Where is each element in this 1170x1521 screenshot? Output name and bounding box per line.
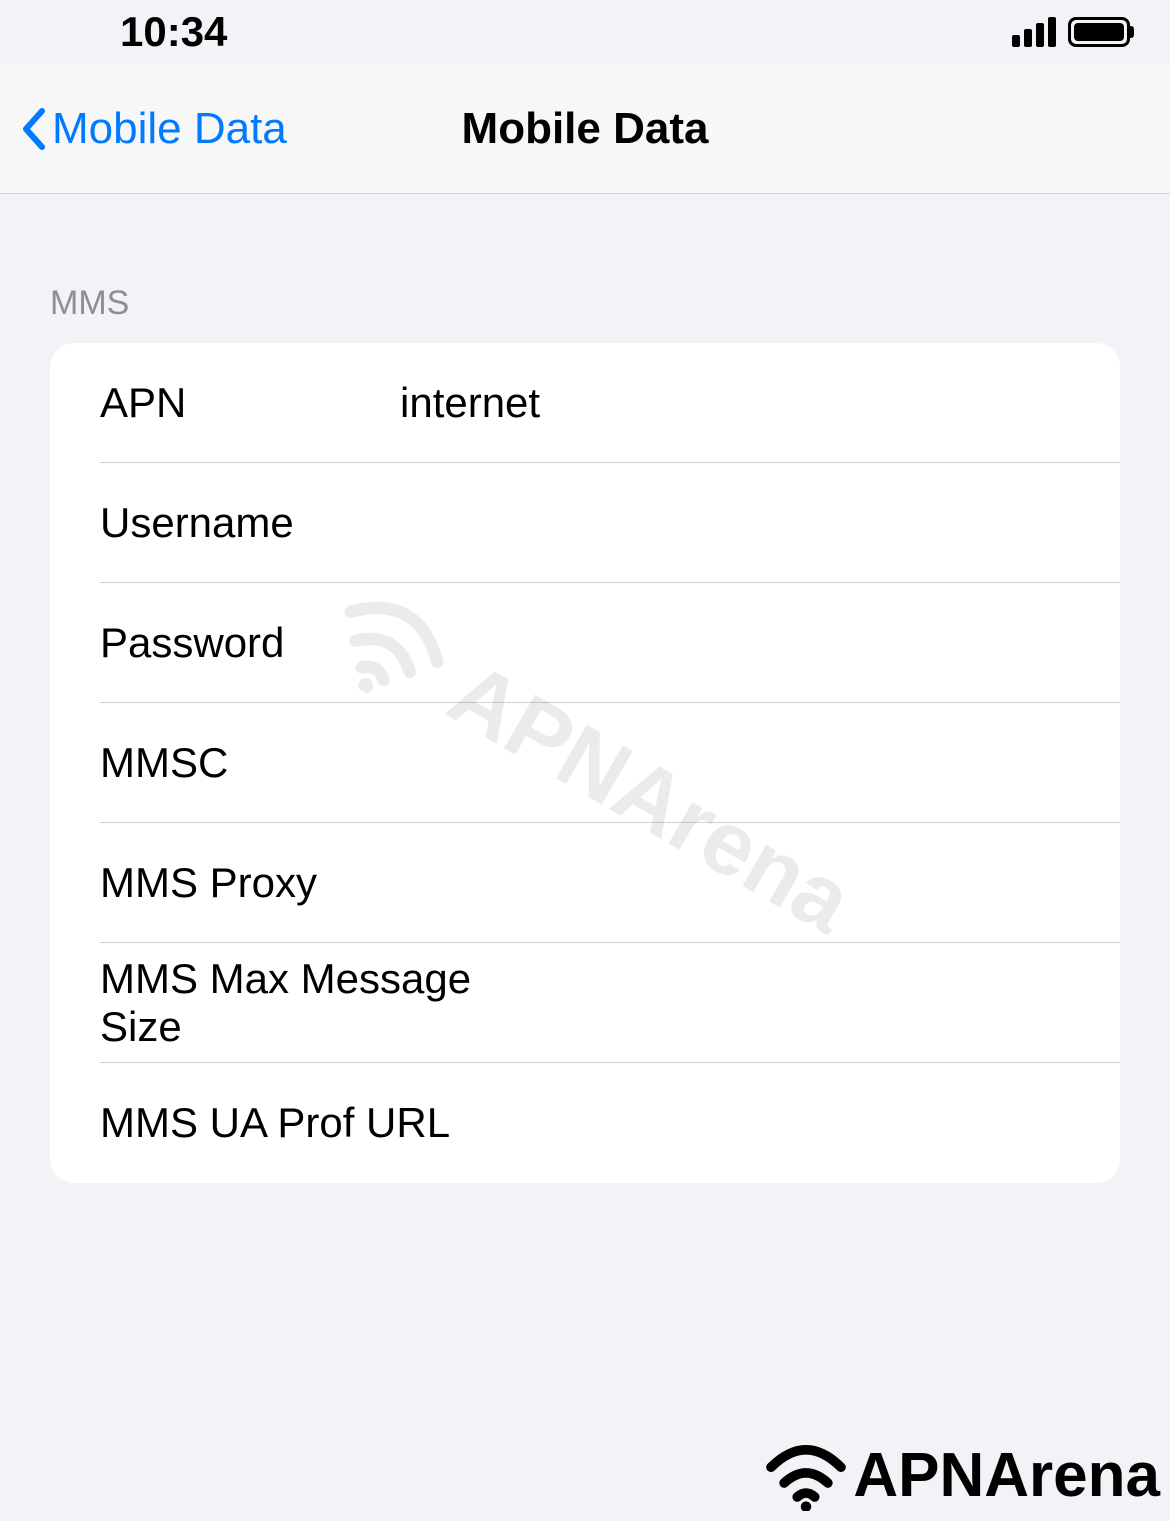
mms-settings-group: APN Username Password MMSC MMS Proxy MMS… — [50, 343, 1120, 1183]
footer-logo: APNArena — [761, 1440, 1160, 1511]
mmsc-row[interactable]: MMSC — [50, 703, 1120, 823]
status-time: 10:34 — [120, 8, 227, 56]
mms-max-size-row[interactable]: MMS Max Message Size — [50, 943, 1120, 1063]
chevron-left-icon — [20, 107, 46, 151]
username-label: Username — [100, 499, 400, 547]
status-indicators — [1012, 17, 1130, 47]
cellular-signal-icon — [1012, 17, 1056, 47]
footer-text: APNArena — [853, 1440, 1160, 1511]
apn-label: APN — [100, 379, 400, 427]
password-row[interactable]: Password — [50, 583, 1120, 703]
username-row[interactable]: Username — [50, 463, 1120, 583]
back-label: Mobile Data — [52, 104, 287, 154]
mms-proxy-label: MMS Proxy — [100, 859, 400, 907]
nav-header: Mobile Data Mobile Data — [0, 64, 1170, 194]
mms-ua-prof-input[interactable] — [529, 1099, 1070, 1147]
password-input[interactable] — [400, 619, 1070, 667]
page-title: Mobile Data — [462, 104, 709, 154]
battery-icon — [1068, 17, 1130, 47]
mms-proxy-row[interactable]: MMS Proxy — [50, 823, 1120, 943]
password-label: Password — [100, 619, 400, 667]
mms-max-size-input[interactable] — [529, 979, 1070, 1027]
status-bar: 10:34 — [0, 0, 1170, 64]
mms-max-size-label: MMS Max Message Size — [100, 955, 529, 1051]
apn-row[interactable]: APN — [50, 343, 1120, 463]
mms-proxy-input[interactable] — [400, 859, 1070, 907]
username-input[interactable] — [400, 499, 1070, 547]
mmsc-label: MMSC — [100, 739, 400, 787]
wifi-icon — [761, 1441, 851, 1511]
apn-input[interactable] — [400, 379, 1070, 427]
back-button[interactable]: Mobile Data — [20, 104, 287, 154]
mms-ua-prof-row[interactable]: MMS UA Prof URL — [50, 1063, 1120, 1183]
mms-ua-prof-label: MMS UA Prof URL — [100, 1099, 529, 1147]
section-header-mms: MMS — [0, 194, 1170, 343]
mmsc-input[interactable] — [400, 739, 1070, 787]
